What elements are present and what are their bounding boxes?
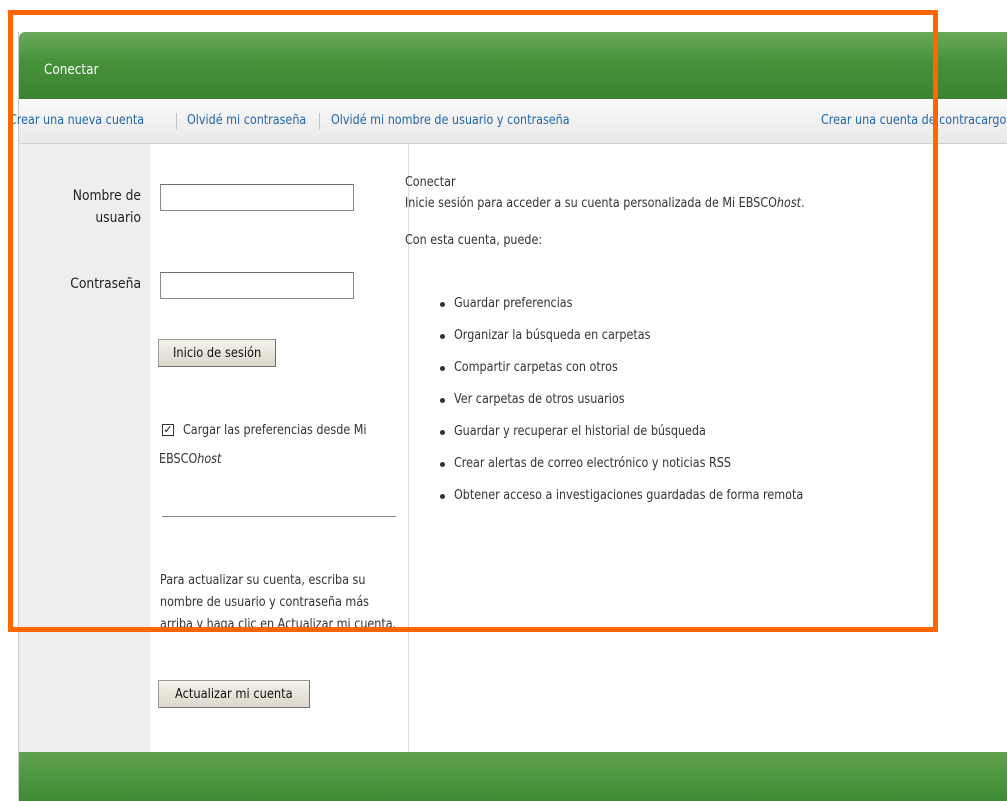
load-preferences-label-line2: EBSCOhost [159, 452, 222, 467]
bullet-icon [440, 494, 445, 499]
load-preferences-label: Cargar las preferencias desde Mi [183, 423, 367, 438]
info-heading: Conectar [405, 175, 456, 190]
password-label: Contraseña [70, 276, 141, 292]
account-links-bar: Crear una nueva cuenta Olvidé mi contras… [9, 99, 1007, 144]
bullet-icon [440, 462, 445, 467]
password-input[interactable] [160, 272, 354, 299]
create-chargeback-account-link[interactable]: Crear una cuenta de contracargo [821, 113, 1006, 128]
login-panel: Conectar Crear una nueva cuenta Olvidé m… [9, 32, 1007, 801]
info-intro: Inicie sesión para acceder a su cuenta p… [405, 196, 805, 211]
bullet-icon [440, 334, 445, 339]
header-bar: Conectar [19, 32, 1007, 99]
bullet-icon [440, 430, 445, 435]
nav-separator [319, 113, 320, 130]
load-preferences-checkbox[interactable]: ✓ [162, 424, 174, 436]
forgot-password-link[interactable]: Olvidé mi contraseña [187, 113, 306, 128]
bullet-icon [440, 302, 445, 307]
sign-in-button[interactable]: Inicio de sesión [158, 339, 277, 367]
forgot-username-password-link[interactable]: Olvidé mi nombre de usuario y contraseña [331, 113, 570, 128]
update-account-instructions: Para actualizar su cuenta, escriba su no… [160, 573, 397, 632]
page-title: Conectar [44, 62, 99, 78]
bullet-icon [440, 366, 445, 371]
section-divider [162, 516, 396, 517]
label-column [19, 144, 150, 752]
footer-bar [19, 752, 1007, 801]
info-subheading: Con esta cuenta, puede: [405, 233, 543, 248]
bullet-icon [440, 398, 445, 403]
update-account-button[interactable]: Actualizar mi cuenta [158, 680, 310, 708]
username-input[interactable] [160, 184, 354, 211]
create-account-link[interactable]: Crear una nueva cuenta [9, 113, 144, 128]
nav-separator [176, 113, 177, 130]
username-label: Nombre de usuario [72, 188, 141, 226]
